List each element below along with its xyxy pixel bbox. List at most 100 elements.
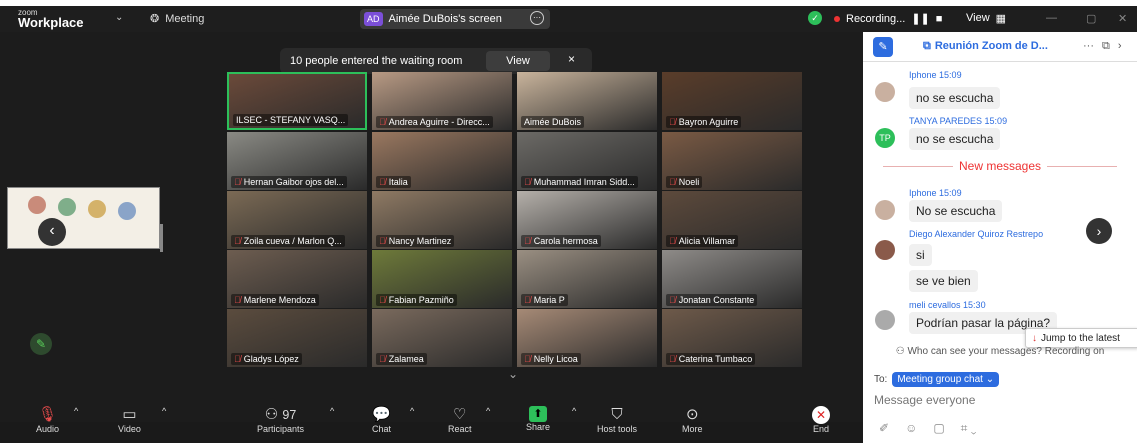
chevron-right-icon[interactable]: › [1086, 218, 1112, 244]
grid-icon: ▦ [995, 13, 1007, 25]
emoji-icon[interactable]: ☺ [905, 421, 917, 436]
message-input[interactable] [874, 391, 1124, 409]
participant-tile[interactable]: 🎙̸ Italia [372, 132, 512, 190]
audio-label: Audio [36, 424, 60, 434]
close-icon[interactable]: × [568, 52, 575, 66]
participant-name: Italia [388, 177, 408, 187]
caret-up-icon[interactable]: ^ [410, 406, 414, 416]
pause-icon[interactable]: ❚❚ [911, 12, 929, 25]
more-button[interactable]: ⊙ More [682, 406, 703, 434]
participant-tile[interactable]: 🎙̸ Carola hermosa [517, 191, 657, 249]
participant-tile[interactable]: 🎙̸ Gladys López [227, 309, 367, 367]
participant-tile[interactable]: 🎙̸ Fabian Pazmiño [372, 250, 512, 308]
jump-to-latest-button[interactable]: ↓ Jump to the latest [1025, 328, 1137, 348]
meeting-info[interactable]: ❂ Meeting [150, 12, 204, 26]
participant-tile[interactable]: 🎙̸ Caterina Tumbaco [662, 309, 802, 367]
video-gallery: ILSEC - STEFANY VASQ... 🎙̸ Andrea Aguirre … [227, 72, 802, 368]
caret-up-icon[interactable]: ^ [572, 406, 576, 416]
caret-up-icon[interactable]: ^ [162, 406, 166, 416]
thumb-shape [58, 198, 76, 216]
chat-header: ✎ ⧉ Reunión Zoom de D... ··· ⧉ › [863, 32, 1137, 62]
file-icon[interactable]: ▢ [933, 421, 944, 436]
sender-name: Iphone [909, 70, 937, 80]
caret-up-icon[interactable]: ^ [74, 406, 78, 416]
chat-label: Chat [372, 424, 392, 434]
more-icon: ⊙ [685, 406, 699, 423]
view-button[interactable]: View ▦ [966, 12, 1006, 25]
chevron-down-icon[interactable]: ⌄ [115, 12, 123, 23]
end-button[interactable]: ✕ End [812, 406, 830, 434]
screenshot-icon[interactable]: ⌗ ⌄ [961, 421, 977, 436]
caret-up-icon[interactable]: ^ [330, 406, 334, 416]
screen-share-pill[interactable]: AD Aimée DuBois's screen ··· [360, 9, 550, 29]
audio-button[interactable]: 🎙 Audio [36, 406, 59, 434]
message-sender: Iphone 15:09 [909, 188, 962, 198]
mic-muted-icon: 🎙̸ [524, 295, 531, 305]
mic-muted-icon: 🎙̸ [669, 117, 676, 127]
participant-name: Zalamea [388, 354, 424, 364]
participant-tile[interactable]: 🎙̸ Marlene Mendoza [227, 250, 367, 308]
participant-tile[interactable]: 🎙̸ Andrea Aguirre - Direcc... [372, 72, 512, 130]
close-icon[interactable]: › [1118, 40, 1122, 53]
edit-icon[interactable]: ✎ [873, 37, 893, 57]
view-waiting-room-button[interactable]: View [486, 51, 550, 71]
jump-label: Jump to the latest [1041, 332, 1120, 344]
participant-tile[interactable]: 🎙̸ Alicia Villamar [662, 191, 802, 249]
participants-label: Participants [257, 424, 305, 434]
participant-tile[interactable]: 🎙̸ Jonatan Constante [662, 250, 802, 308]
minimize-icon[interactable]: — [1046, 12, 1057, 24]
participant-name: Bayron Aguirre [678, 117, 739, 127]
recipient-row: To: Meeting group chat ⌄ [874, 372, 1000, 387]
participant-tile[interactable]: Aimée DuBois [517, 72, 657, 130]
recipient-select[interactable]: Meeting group chat ⌄ [892, 372, 1000, 387]
screen-owner: Aimée DuBois's screen [388, 13, 502, 25]
participant-name: ILSEC - STEFANY VASQ... [236, 115, 346, 125]
pencil-icon[interactable]: ✎ [30, 333, 52, 355]
participant-name: Muhammad Imran Sidd... [533, 177, 635, 187]
chevron-down-icon[interactable]: ⌄ [508, 367, 518, 381]
maximize-icon[interactable]: ▢ [1086, 12, 1096, 25]
participant-tile[interactable]: 🎙̸ Zalamea [372, 309, 512, 367]
privacy-notice[interactable]: ⚇ Who can see your messages? Recording o… [863, 346, 1137, 357]
avatar [875, 240, 895, 260]
sender-name: TANYA PAREDES [909, 116, 983, 126]
share-button[interactable]: ⬆ Share [526, 406, 550, 432]
participant-name-label: Aimée DuBois [521, 116, 585, 128]
stop-icon[interactable]: ■ [936, 13, 943, 25]
participant-tile[interactable]: 🎙̸ Hernan Gaibor ojos del... [227, 132, 367, 190]
close-icon[interactable]: ✕ [1118, 12, 1127, 25]
chat-title[interactable]: ⧉ Reunión Zoom de D... [923, 40, 1048, 53]
participant-name-label: 🎙̸ Jonatan Constante [666, 294, 758, 306]
more-icon[interactable]: ··· [530, 11, 544, 25]
participant-tile[interactable]: 🎙̸ Nelly Licoa [517, 309, 657, 367]
react-button[interactable]: ♡ React [448, 406, 472, 434]
shield-icon[interactable]: ✓ [808, 11, 822, 25]
resize-handle[interactable] [160, 224, 163, 252]
message-bubble: No se escucha [909, 200, 1003, 222]
more-icon[interactable]: ··· [1083, 40, 1094, 53]
participant-tile[interactable]: 🎙̸ Bayron Aguirre [662, 72, 802, 130]
message-bubble: no se escucha [909, 128, 1001, 150]
participant-tile[interactable]: ILSEC - STEFANY VASQ... [227, 72, 367, 130]
mic-muted-icon: 🎙̸ [379, 354, 386, 364]
recording-indicator[interactable]: Recording... ❚❚ ■ [834, 12, 942, 25]
popout-icon[interactable]: ⧉ [1102, 40, 1110, 53]
participant-tile[interactable]: 🎙̸ Nancy Martinez [372, 191, 512, 249]
participant-name-label: 🎙̸ Italia [376, 176, 411, 188]
participant-tile[interactable]: 🎙̸ Zoila cueva / Marlon Q... [227, 191, 367, 249]
close-icon: ✕ [812, 406, 830, 424]
participant-tile[interactable]: 🎙̸ Muhammad Imran Sidd... [517, 132, 657, 190]
host-tools-button[interactable]: ⛉ Host tools [597, 406, 637, 434]
participants-button[interactable]: ⚇ 97 Participants [257, 406, 304, 434]
video-button[interactable]: ▭ Video [118, 406, 141, 434]
participant-count: 97 [282, 408, 297, 422]
caret-up-icon[interactable]: ^ [486, 406, 490, 416]
format-icon[interactable]: ✐ [879, 421, 889, 436]
message-bubble: si [909, 244, 932, 266]
participant-tile[interactable]: 🎙̸ Noeli [662, 132, 802, 190]
chat-button[interactable]: 💬 Chat [372, 406, 391, 434]
participant-tile[interactable]: 🎙̸ Maria P [517, 250, 657, 308]
mic-muted-icon: 🎙̸ [234, 177, 241, 187]
shared-screen-thumbnail[interactable] [7, 187, 160, 249]
chevron-left-icon[interactable]: ‹ [38, 218, 66, 246]
